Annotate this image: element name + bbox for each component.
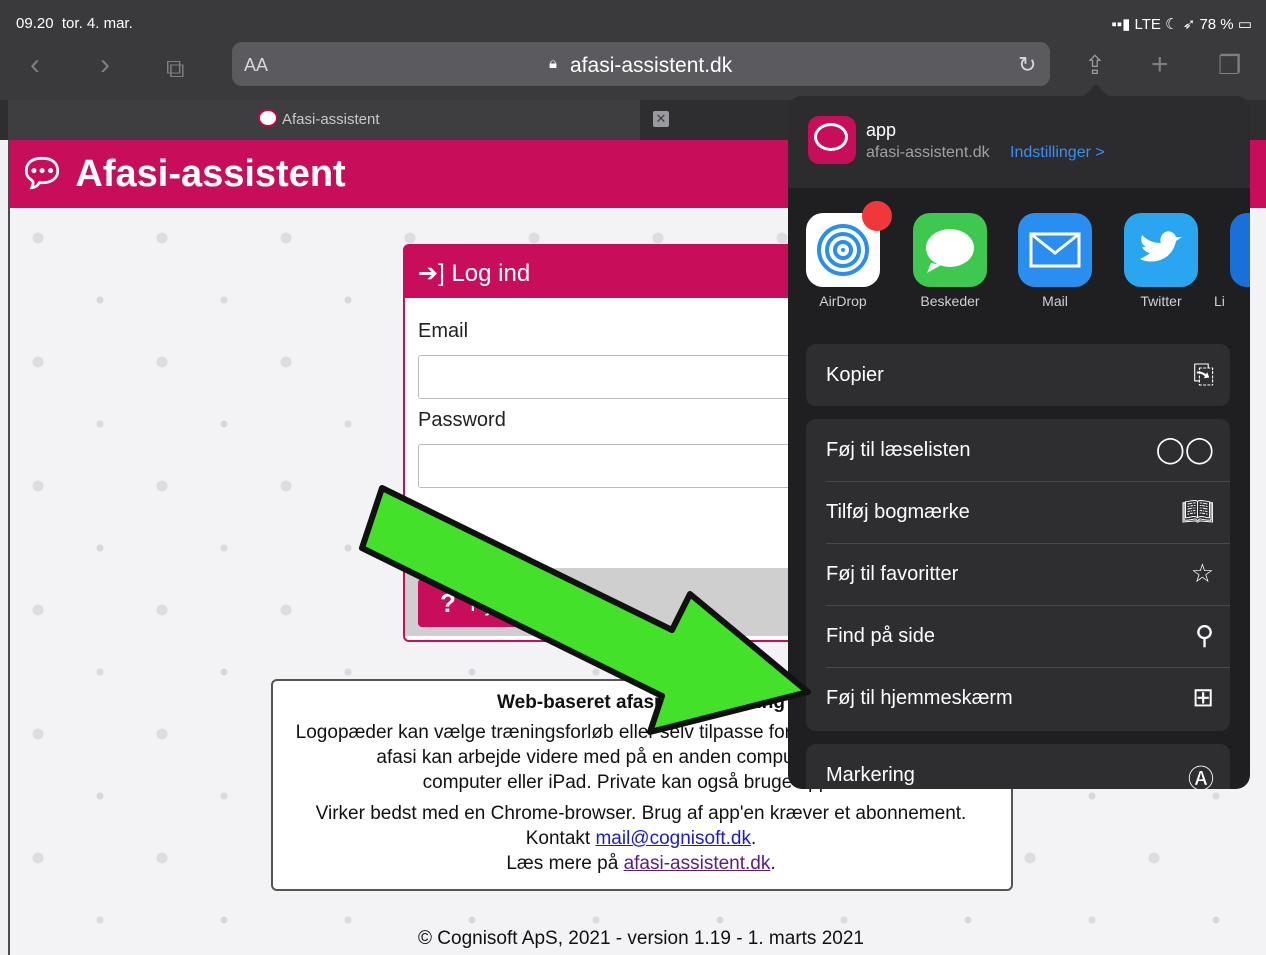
info-text: Virker bedst med en Chrome-browser. Brug…: [315, 803, 967, 824]
reader-settings-button[interactable]: AA: [244, 55, 268, 76]
mail-icon[interactable]: [1018, 213, 1092, 287]
action-label: Føj til hjemmeskærm: [826, 687, 1013, 709]
messages-icon[interactable]: [913, 213, 987, 287]
bookmarks-icon[interactable]: ⧉: [166, 51, 185, 85]
linkedin-icon[interactable]: [1230, 213, 1250, 287]
action-reading-list[interactable]: Føj til læselisten ◯◯: [806, 419, 1230, 481]
action-label: Markering: [826, 764, 915, 786]
page-edge: [8, 140, 10, 955]
search-icon: ⚲: [1194, 620, 1214, 650]
tab-title: Afasi-assistent: [282, 111, 380, 128]
forward-icon[interactable]: ›: [100, 48, 110, 82]
tabs-icon[interactable]: ❐: [1218, 48, 1241, 82]
favicon-icon: [258, 109, 278, 127]
lock-icon: 🔒︎: [549, 55, 557, 72]
contact-line: Kontakt mail@cognisoft.dk.: [525, 828, 757, 849]
book-icon: 📖︎: [1180, 496, 1214, 526]
share-settings-link[interactable]: Indstillinger >: [1010, 144, 1105, 162]
new-tab-icon[interactable]: +: [1151, 48, 1169, 82]
read-more-line: Læs mere på afasi-assistent.dk.: [506, 853, 776, 874]
popover-arrow: [1084, 84, 1108, 96]
app-label: Beskeder: [920, 293, 980, 309]
password-label: Password: [418, 409, 506, 431]
action-markup[interactable]: Markering Ⓐ: [806, 744, 1230, 789]
star-icon: ☆: [1190, 558, 1214, 588]
share-app-url: afasi-assistent.dk: [866, 144, 990, 161]
glasses-icon: ◯◯: [1155, 434, 1214, 464]
share-icon[interactable]: ⇪: [1084, 48, 1106, 82]
action-add-bookmark[interactable]: Tilføj bogmærke 📖︎: [806, 481, 1230, 543]
action-add-to-home-screen[interactable]: Føj til hjemmeskærm ⊞: [806, 667, 1230, 729]
twitter-icon[interactable]: [1124, 213, 1198, 287]
app-label: Twitter: [1140, 293, 1182, 309]
speech-bubble-icon: [814, 123, 848, 151]
share-sheet: app afasi-assistent.dk Indstillinger > A…: [788, 96, 1250, 789]
action-label: Find på side: [826, 625, 935, 647]
login-title: ➔] Log ind: [418, 260, 531, 287]
read-more-link[interactable]: afasi-assistent.dk: [624, 853, 771, 874]
back-icon[interactable]: ‹: [30, 48, 40, 82]
site-logo[interactable]: 💬︎ Afasi-assistent: [18, 152, 346, 196]
annotation-arrow: [359, 485, 811, 735]
share-header: [788, 96, 1250, 188]
reload-icon[interactable]: ↻: [1018, 52, 1036, 78]
share-app-name: app: [866, 120, 897, 140]
status-bar: [0, 0, 1266, 44]
action-add-favorite[interactable]: Føj til favoritter ☆: [806, 543, 1230, 605]
site-footer: © Cognisoft ApS, 2021 - version 1.19 - 1…: [418, 928, 864, 949]
action-find-on-page[interactable]: Find på side ⚲: [806, 605, 1230, 667]
email-label: Email: [418, 320, 469, 342]
app-label: AirDrop: [819, 293, 867, 309]
email-field[interactable]: [418, 355, 800, 399]
action-label: Føj til favoritter: [826, 563, 959, 585]
status-indicators: ▪▪▮ LTE ☾ ➶ 78 % ▭: [1111, 16, 1252, 33]
add-square-icon: ⊞: [1192, 682, 1214, 712]
action-label: Føj til læselisten: [826, 439, 971, 461]
action-label: Kopier: [826, 364, 884, 386]
copy-icon: ⎘: [1193, 359, 1214, 389]
status-time: 09.20 tor. 4. mar.: [16, 15, 133, 32]
tab-close-icon[interactable]: ✕: [653, 111, 669, 127]
notification-badge: [862, 201, 892, 231]
app-label: Li: [1214, 293, 1225, 309]
action-label: Tilføj bogmærke: [826, 501, 970, 523]
contact-email-link[interactable]: mail@cognisoft.dk: [595, 828, 751, 849]
app-label: Mail: [1042, 293, 1068, 309]
markup-icon: Ⓐ: [1187, 764, 1214, 789]
url-text[interactable]: afasi-assistent.dk: [570, 54, 732, 78]
action-copy[interactable]: Kopier ⎘: [806, 344, 1230, 406]
